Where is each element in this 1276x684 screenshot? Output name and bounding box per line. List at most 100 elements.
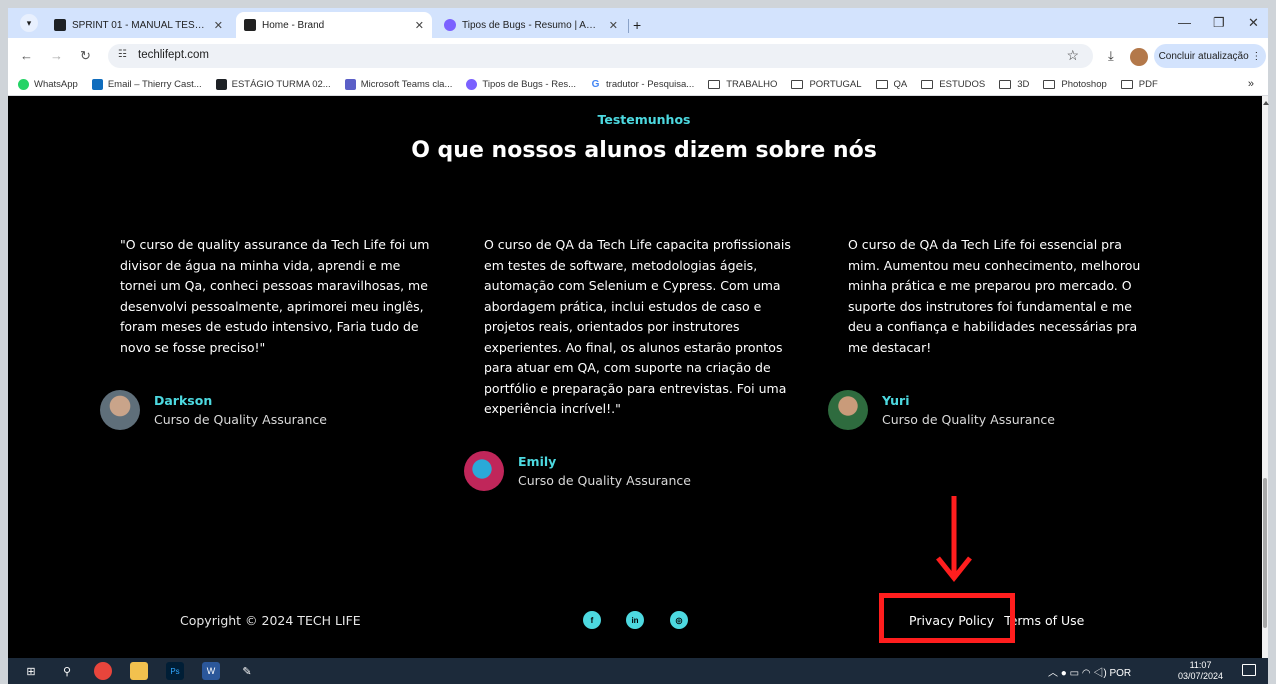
avatar bbox=[828, 390, 868, 430]
folder-icon bbox=[1120, 80, 1133, 89]
restore-icon[interactable]: ❐ bbox=[1213, 15, 1225, 31]
address-toolbar: ← → ↻ ☷ techlifept.com ☆ ⤓ Concluir atua… bbox=[8, 38, 1268, 74]
scroll-up-icon[interactable] bbox=[1263, 101, 1269, 105]
windows-start-icon[interactable]: ⊞ bbox=[22, 662, 40, 680]
author-name: Darkson bbox=[154, 393, 213, 408]
site-info-icon[interactable]: ☷ bbox=[118, 49, 127, 60]
instagram-icon[interactable]: ◎ bbox=[670, 611, 688, 629]
forward-icon[interactable]: → bbox=[50, 48, 63, 63]
bookmark-label: TRABALHO bbox=[726, 79, 778, 90]
folder-icon bbox=[921, 80, 934, 89]
close-tab-icon[interactable]: ✕ bbox=[415, 19, 424, 32]
section-eyebrow: Testemunhos bbox=[597, 112, 691, 127]
folder-icon bbox=[708, 80, 721, 89]
scrollbar-thumb[interactable] bbox=[1263, 478, 1267, 628]
bookmark-folder-3d[interactable]: 3D bbox=[999, 79, 1029, 90]
tab-title: SPRINT 01 - MANUAL TESTS em bbox=[72, 19, 206, 31]
outlook-icon bbox=[91, 79, 103, 90]
bookmark-label: PORTUGAL bbox=[809, 79, 862, 90]
bookmark-label: 3D bbox=[1017, 79, 1030, 90]
tab-sprint-manual-tests[interactable]: SPRINT 01 - MANUAL TESTS em ✕ bbox=[46, 12, 231, 38]
linkedin-icon[interactable]: in bbox=[626, 611, 644, 629]
bookmark-label: WhatsApp bbox=[34, 79, 78, 90]
bookmark-folder-trabalho[interactable]: TRABALHO bbox=[708, 79, 777, 90]
testimonial-author-emily: Emily Curso de Quality Assurance bbox=[464, 451, 691, 491]
site-favicon-icon bbox=[244, 19, 256, 31]
close-tab-icon[interactable]: ✕ bbox=[609, 19, 618, 32]
tab-search-icon[interactable]: ▾ bbox=[20, 14, 38, 32]
profile-avatar[interactable] bbox=[1130, 48, 1148, 66]
bookmarks-bar: WhatsApp Email – Thierry Cast... ESTÁGIO… bbox=[8, 74, 1268, 96]
tab-title: Tipos de Bugs - Resumo | Acad bbox=[462, 19, 601, 31]
annotation-arrow-icon bbox=[936, 496, 972, 583]
tab-tipos-de-bugs[interactable]: Tipos de Bugs - Resumo | Acad ✕ bbox=[436, 12, 626, 38]
bookmark-folder-pdf[interactable]: PDF bbox=[1120, 79, 1158, 90]
url-text[interactable]: techlifept.com bbox=[138, 49, 209, 61]
section-heading: O que nossos alunos dizem sobre nós bbox=[411, 138, 877, 163]
clock-time: 11:07 bbox=[1189, 660, 1212, 670]
system-tray[interactable]: ︿ ● ▭ ◠ ◁) POR bbox=[1048, 664, 1131, 679]
terms-of-use-link[interactable]: Terms of Use bbox=[1004, 613, 1084, 628]
minimize-icon[interactable]: — bbox=[1178, 15, 1191, 30]
testimonial-quote-darkson: "O curso de quality assurance da Tech Li… bbox=[120, 237, 430, 355]
address-bar[interactable]: ☷ techlifept.com ☆ bbox=[108, 44, 1093, 68]
bookmark-tradutor[interactable]: Gtradutor - Pesquisa... bbox=[590, 79, 694, 90]
bookmark-tipos-bugs[interactable]: Tipos de Bugs - Res... bbox=[466, 79, 576, 90]
notifications-icon[interactable] bbox=[1242, 664, 1256, 676]
bookmark-label: QA bbox=[893, 79, 908, 90]
bookmark-label: tradutor - Pesquisa... bbox=[606, 79, 695, 90]
paint-icon[interactable]: ✎ bbox=[238, 662, 256, 680]
bookmark-whatsapp[interactable]: WhatsApp bbox=[18, 79, 78, 90]
avatar bbox=[464, 451, 504, 491]
back-icon[interactable]: ← bbox=[20, 48, 33, 63]
author-name: Yuri bbox=[882, 393, 910, 408]
trello-icon bbox=[54, 19, 66, 31]
bookmark-estagio[interactable]: ESTÁGIO TURMA 02... bbox=[215, 79, 331, 90]
annotation-highlight-box bbox=[879, 593, 1015, 643]
update-button[interactable]: Concluir atualização ⋮ bbox=[1154, 44, 1266, 68]
facebook-icon[interactable]: f bbox=[583, 611, 601, 629]
bookmark-folder-qa[interactable]: QA bbox=[875, 79, 908, 90]
bookmark-star-icon[interactable]: ☆ bbox=[1066, 47, 1079, 64]
author-course: Curso de Quality Assurance bbox=[154, 412, 327, 427]
footer-copyright: Copyright © 2024 TECH LIFE bbox=[180, 613, 361, 628]
author-course: Curso de Quality Assurance bbox=[882, 412, 1055, 427]
close-window-icon[interactable]: ✕ bbox=[1248, 15, 1259, 31]
bookmark-teams[interactable]: Microsoft Teams cla... bbox=[344, 79, 453, 90]
chrome-icon[interactable] bbox=[94, 662, 112, 680]
bookmark-label: PDF bbox=[1138, 79, 1158, 90]
bookmark-label: Photoshop bbox=[1061, 79, 1107, 90]
page-viewport: Testemunhos O que nossos alunos dizem so… bbox=[8, 96, 1262, 658]
testimonial-quote-yuri: O curso de QA da Tech Life foi essencial… bbox=[848, 237, 1141, 355]
photoshop-icon[interactable]: Ps bbox=[166, 662, 184, 680]
language-indicator[interactable]: POR bbox=[1109, 668, 1131, 679]
bug-icon bbox=[466, 79, 478, 90]
reload-icon[interactable]: ↻ bbox=[80, 48, 91, 64]
tab-home-brand[interactable]: Home - Brand ✕ bbox=[236, 12, 432, 38]
trello-icon bbox=[215, 79, 227, 90]
bookmark-label: ESTUDOS bbox=[939, 79, 986, 90]
windows-taskbar: ⊞ ⚲ Ps W ✎ ︿ ● ▭ ◠ ◁) POR 11:07 03/07/20… bbox=[8, 658, 1268, 684]
file-explorer-icon[interactable] bbox=[130, 662, 148, 680]
search-icon[interactable]: ⚲ bbox=[58, 662, 76, 680]
testimonial-quote-emily: O curso de QA da Tech Life capacita prof… bbox=[484, 237, 791, 416]
bookmark-email[interactable]: Email – Thierry Cast... bbox=[91, 79, 202, 90]
bookmark-label: ESTÁGIO TURMA 02... bbox=[231, 79, 331, 90]
bookmark-folder-portugal[interactable]: PORTUGAL bbox=[791, 79, 862, 90]
download-icon[interactable]: ⤓ bbox=[1108, 48, 1114, 64]
bookmark-folder-photoshop[interactable]: Photoshop bbox=[1043, 79, 1107, 90]
tab-strip: ▾ SPRINT 01 - MANUAL TESTS em ✕ Home - B… bbox=[8, 8, 1268, 38]
bookmark-label: Email – Thierry Cast... bbox=[107, 79, 202, 90]
author-course: Curso de Quality Assurance bbox=[518, 473, 691, 488]
clock-date: 03/07/2024 bbox=[1178, 671, 1224, 681]
close-tab-icon[interactable]: ✕ bbox=[214, 19, 223, 32]
new-tab-button[interactable]: + bbox=[633, 17, 641, 33]
bug-icon bbox=[444, 19, 456, 31]
taskbar-clock[interactable]: 11:07 03/07/2024 bbox=[1178, 660, 1223, 682]
more-bookmarks-icon[interactable]: » bbox=[1248, 78, 1254, 90]
bookmark-label: Microsoft Teams cla... bbox=[360, 79, 453, 90]
folder-icon bbox=[875, 80, 888, 89]
word-icon[interactable]: W bbox=[202, 662, 220, 680]
bookmark-folder-estudos[interactable]: ESTUDOS bbox=[921, 79, 985, 90]
google-icon: G bbox=[590, 79, 602, 90]
